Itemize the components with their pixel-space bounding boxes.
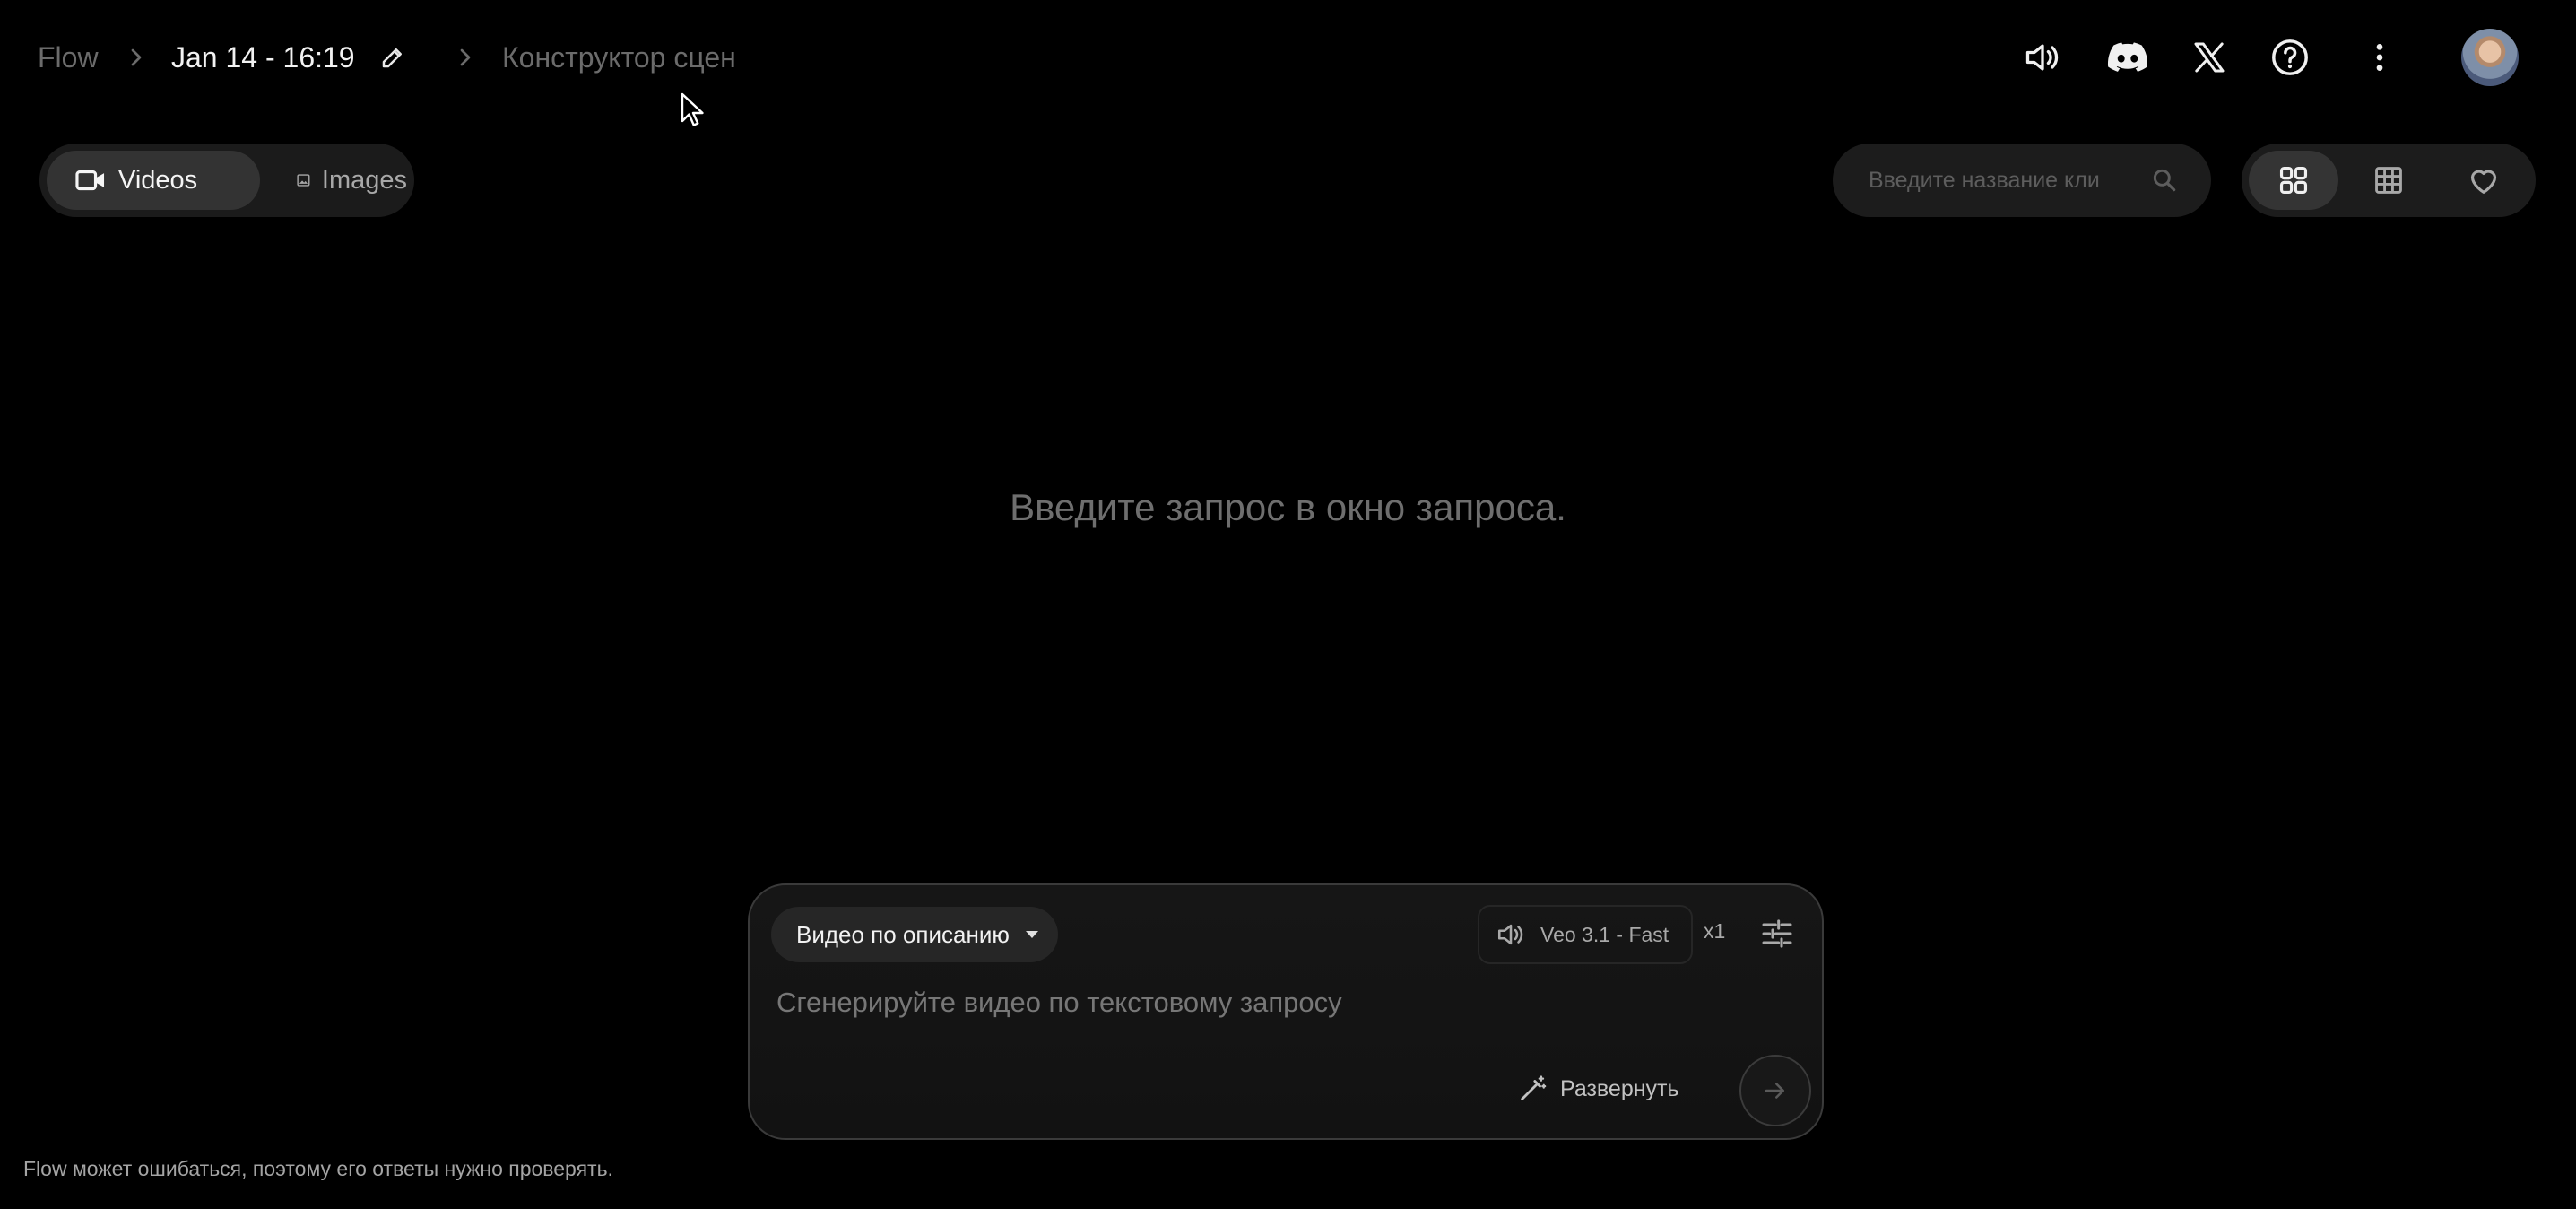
help-icon <box>2272 39 2308 75</box>
caret-down-icon <box>1026 931 1038 938</box>
discord-icon <box>2107 42 2148 72</box>
expand-prompt-button[interactable]: Развернуть <box>1517 1068 1679 1109</box>
header: Flow Jan 14 - 16:19 Конструктор сцен <box>0 0 2576 117</box>
x-button[interactable] <box>2186 34 2233 81</box>
empty-state-message: Введите запрос в окно запроса. <box>1010 486 1566 528</box>
mouse-cursor-icon <box>681 92 704 126</box>
tab-videos-label: Videos <box>118 165 198 195</box>
heart-icon <box>2470 170 2497 194</box>
chevron-right-icon <box>131 48 142 66</box>
tune-settings-icon[interactable] <box>1759 916 1795 952</box>
more-options-button[interactable] <box>2356 34 2403 81</box>
edit-title-button[interactable] <box>377 41 409 74</box>
project-title[interactable]: Jan 14 - 16:19 <box>171 39 355 75</box>
tab-videos[interactable]: Videos <box>47 151 260 210</box>
search-input[interactable] <box>1869 160 2147 201</box>
discord-button[interactable] <box>2104 34 2151 81</box>
breadcrumb-flow-link[interactable]: Flow <box>38 39 99 75</box>
expand-label: Развернуть <box>1560 1075 1679 1101</box>
tab-images[interactable]: Images <box>265 151 407 210</box>
generation-mode-label: Видео по описанию <box>796 920 1010 948</box>
tab-images-label: Images <box>321 165 407 195</box>
videocam-icon <box>75 170 105 191</box>
disclaimer-text: Flow может ошибаться, поэтому его ответы… <box>23 1157 613 1180</box>
grid-3x3-icon <box>2375 167 2402 194</box>
prompt-input[interactable] <box>776 980 1790 1025</box>
image-icon <box>297 174 310 187</box>
model-label: Veo 3.1 - Fast <box>1540 922 1670 946</box>
view-toggle-group <box>2242 144 2536 217</box>
pencil-icon <box>382 48 402 68</box>
grid-2x2-icon <box>2279 166 2308 195</box>
avatar[interactable] <box>2461 29 2519 86</box>
output-count[interactable]: x1 <box>1704 919 1725 944</box>
media-type-tabs: Videos Images <box>39 144 414 217</box>
app-root: Flow Jan 14 - 16:19 Конструктор сцен Vid… <box>0 0 2576 1209</box>
send-button[interactable] <box>1739 1055 1811 1126</box>
prompt-composer: Видео по описанию Veo 3.1 - Fast x1 Разв… <box>748 883 1824 1140</box>
favorites-view-button[interactable] <box>2439 151 2528 210</box>
model-selector-button[interactable]: Veo 3.1 - Fast <box>1478 905 1693 964</box>
sound-button[interactable] <box>2019 34 2066 81</box>
breadcrumb-scene-builder[interactable]: Конструктор сцен <box>502 39 736 75</box>
volume-icon <box>1497 924 1523 945</box>
grid-view-button[interactable] <box>2249 151 2338 210</box>
search-icon[interactable] <box>2150 166 2179 195</box>
chevron-right-icon <box>460 48 471 66</box>
magic-pen-icon <box>1521 1075 1547 1100</box>
generation-mode-dropdown[interactable]: Видео по описанию <box>771 907 1058 962</box>
more-vert-icon <box>2376 44 2383 71</box>
x-logo-icon <box>2194 42 2225 73</box>
arrow-right-icon <box>1765 1083 1784 1099</box>
help-button[interactable] <box>2267 34 2313 81</box>
volume-icon <box>2025 44 2059 71</box>
table-view-button[interactable] <box>2344 151 2433 210</box>
